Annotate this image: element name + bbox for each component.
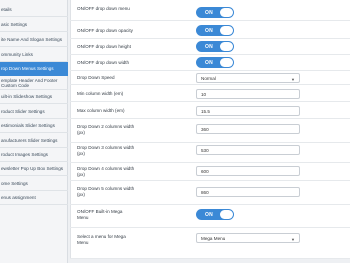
toggle-knob: [220, 210, 233, 219]
mega-menu-select[interactable]: Mega Menu ▼: [196, 233, 300, 243]
sidebar-item-slideshow[interactable]: uilt-in Slideshow Settings: [0, 90, 68, 104]
sidebar-item-label: roduct Slider Settings: [1, 108, 45, 114]
drop-down-opacity-toggle[interactable]: ON: [196, 25, 234, 36]
toggle-knob: [220, 42, 233, 51]
label-drop-down-menu-toggle: ON/OFF drop down menu: [77, 6, 130, 11]
toggle-state-label: ON: [205, 211, 213, 218]
toggle-knob: [220, 8, 233, 17]
mega-menu-toggle[interactable]: ON: [196, 209, 234, 220]
input-value: 360: [201, 126, 209, 132]
label-max-column-width: Max column width (em): [77, 108, 125, 113]
sidebar-item-home-settings[interactable]: ome Settings: [0, 176, 68, 191]
sidebar-item-label: rop Down Menus Settings: [1, 66, 54, 71]
input-value: 860: [201, 189, 209, 195]
drop-down-menu-toggle[interactable]: ON: [196, 7, 234, 18]
3-columns-width-input[interactable]: 530: [196, 145, 300, 155]
5-columns-width-input[interactable]: 860: [196, 187, 300, 197]
sidebar-item-community-links[interactable]: ommunity Links: [0, 47, 68, 62]
toggle-state-label: ON: [205, 59, 213, 66]
select-value: Normal: [201, 75, 216, 81]
toggle-knob: [220, 58, 233, 67]
sidebar-item-label: roduct Images Settings: [1, 152, 48, 157]
toggle-state-label: ON: [205, 9, 213, 16]
sidebar-item-manufacturers-slider[interactable]: anufacturers Slider Settings: [0, 133, 68, 148]
sidebar-item-newsletter-popup[interactable]: ewsletter Pop Up Box Settings: [0, 162, 68, 176]
sidebar-item-label: uilt-in Slideshow Settings: [1, 94, 53, 99]
settings-sidebar: etails asic Settings ite Name And Slogan…: [0, 0, 68, 263]
input-value: 600: [201, 168, 209, 174]
label-mega-menu-select: Select a menu for Mega Menu: [77, 234, 126, 245]
min-column-width-input[interactable]: 10: [196, 89, 300, 99]
drop-down-height-toggle[interactable]: ON: [196, 41, 234, 52]
label-drop-down-width-toggle: ON/OFF drop down width: [77, 60, 130, 65]
input-value: 15.5: [201, 108, 210, 114]
label-drop-down-height-toggle: ON/OFF drop down height: [77, 44, 131, 49]
drop-down-speed-select[interactable]: Normal ▼: [196, 73, 300, 83]
label-4-columns-width: Drop Down 4 columns width (px): [77, 166, 135, 177]
sidebar-item-label: anufacturers Slider Settings: [1, 137, 58, 143]
sidebar-item-label: emplate Header And Footer Custom Code: [1, 77, 58, 88]
sidebar-item-label: ome Settings: [1, 180, 28, 186]
sidebar-item-details[interactable]: etails: [0, 3, 68, 17]
input-value: 10: [201, 91, 207, 97]
input-value: 530: [201, 147, 209, 153]
label-drop-down-speed: Drop Down Speed: [77, 75, 115, 80]
sidebar-item-testimonials-slider[interactable]: estimonials Slider Settings: [0, 119, 68, 133]
settings-screen: { "sidebar": { "items": [ {"label": "eta…: [0, 0, 350, 263]
label-min-column-width: Min column width (em): [77, 91, 124, 96]
sidebar-item-site-name[interactable]: ite Name And Slogan Settings: [0, 32, 68, 47]
label-5-columns-width: Drop Down 5 columns width (px): [77, 186, 135, 197]
sidebar-item-label: enus assignment: [1, 195, 36, 200]
toggle-state-label: ON: [205, 43, 213, 50]
select-value: Mega Menu: [201, 235, 226, 241]
max-column-width-input[interactable]: 15.5: [196, 106, 300, 116]
sidebar-item-basic-settings[interactable]: asic Settings: [0, 17, 68, 32]
sidebar-item-label: ewsletter Pop Up Box Settings: [1, 166, 64, 171]
sidebar-item-label: ommunity Links: [1, 51, 33, 57]
sidebar-item-header-footer-code[interactable]: emplate Header And Footer Custom Code: [0, 76, 68, 90]
sidebar-item-label: ite Name And Slogan Settings: [1, 36, 63, 42]
caret-down-icon: ▼: [291, 77, 295, 82]
toggle-knob: [220, 26, 233, 35]
4-columns-width-input[interactable]: 600: [196, 166, 300, 176]
sidebar-item-menus-assignment[interactable]: enus assignment: [0, 191, 68, 205]
toggle-state-label: ON: [205, 27, 213, 34]
sidebar-item-product-images[interactable]: roduct Images Settings: [0, 148, 68, 162]
label-2-columns-width: Drop Down 2 columns width (px): [77, 124, 135, 135]
sidebar-item-label: estimonials Slider Settings: [1, 123, 55, 128]
sidebar-item-product-slider[interactable]: roduct Slider Settings: [0, 104, 68, 119]
label-drop-down-opacity-toggle: ON/OFF drop down opacity: [77, 28, 133, 33]
label-3-columns-width: Drop Down 3 columns width (px): [77, 145, 135, 156]
sidebar-item-label: etails: [1, 7, 12, 12]
sidebar-item-drop-down-menus[interactable]: rop Down Menus Settings: [0, 62, 68, 76]
caret-down-icon: ▼: [291, 237, 295, 242]
label-mega-menu-toggle: ON/OFF Built-in Mega Menu: [77, 209, 123, 220]
drop-down-width-toggle[interactable]: ON: [196, 57, 234, 68]
sidebar-item-label: asic Settings: [1, 21, 28, 27]
2-columns-width-input[interactable]: 360: [196, 124, 300, 134]
